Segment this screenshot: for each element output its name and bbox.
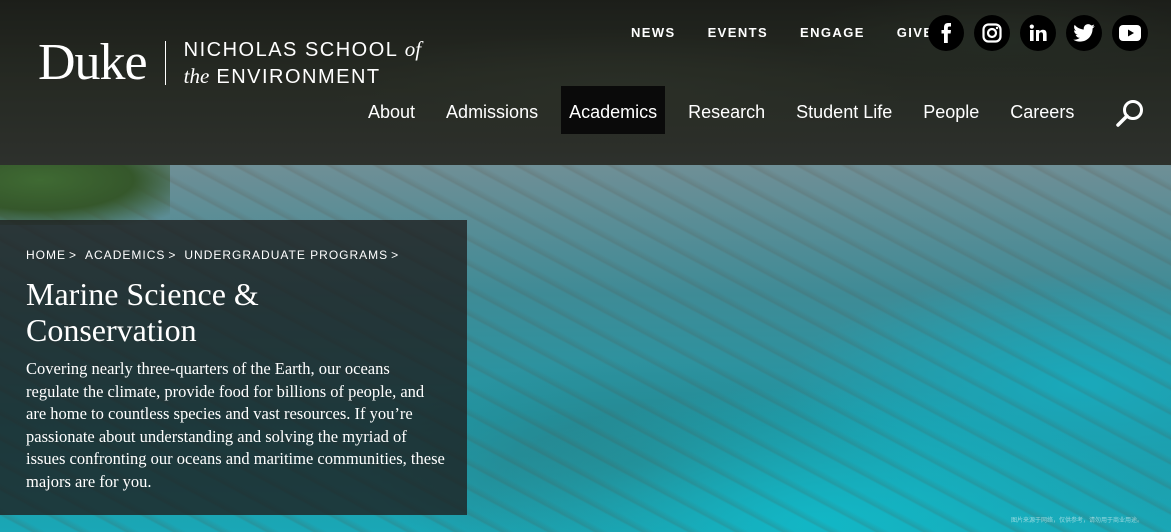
main-nav: About Admissions Academics Research Stud…: [360, 86, 1097, 134]
main-nav-about[interactable]: About: [360, 86, 423, 134]
facebook-icon: [941, 23, 951, 43]
search-button[interactable]: [1114, 98, 1146, 130]
hero-panel: HOME > ACADEMICS > UNDERGRADUATE PROGRAMS >…: [0, 220, 467, 515]
facebook-link[interactable]: [928, 15, 964, 51]
breadcrumb-separator: >: [69, 248, 78, 262]
breadcrumb-academics[interactable]: ACADEMICS: [85, 248, 165, 262]
util-nav-news[interactable]: NEWS: [631, 24, 676, 42]
breadcrumb-separator: >: [168, 248, 177, 262]
linkedin-link[interactable]: [1020, 15, 1056, 51]
breadcrumb-separator: >: [391, 248, 400, 262]
youtube-link[interactable]: [1112, 15, 1148, 51]
logo-duke-wordmark: Duke: [38, 34, 148, 91]
instagram-icon: [982, 23, 1002, 43]
main-nav-people[interactable]: People: [915, 86, 987, 134]
site-logo[interactable]: Duke NICHOLAS SCHOOL of the ENVIRONMENT: [38, 36, 421, 90]
instagram-link[interactable]: [974, 15, 1010, 51]
main-nav-student-life[interactable]: Student Life: [788, 86, 900, 134]
search-icon: [1116, 100, 1143, 127]
logo-line-1-italic: of: [404, 37, 422, 61]
linkedin-icon: [1029, 24, 1047, 41]
hero-description: Covering nearly three-quarters of the Ea…: [26, 359, 445, 491]
youtube-icon: [1119, 25, 1141, 41]
logo-divider: [164, 41, 166, 85]
main-nav-careers[interactable]: Careers: [1002, 86, 1082, 134]
shoreline-trees: [0, 165, 170, 225]
social-links: [928, 15, 1148, 51]
breadcrumb-home[interactable]: HOME: [26, 248, 66, 262]
logo-line-1-text: NICHOLAS SCHOOL: [183, 39, 398, 61]
util-nav-events[interactable]: EVENTS: [708, 24, 768, 42]
image-watermark: 图片来源于网络，仅供参考，请勿用于商业用途。: [1010, 518, 1143, 524]
logo-line-2-italic: the: [183, 64, 210, 88]
logo-line-2: the ENVIRONMENT: [183, 64, 381, 88]
logo-line-1: NICHOLAS SCHOOL of: [183, 37, 422, 61]
breadcrumb: HOME > ACADEMICS > UNDERGRADUATE PROGRAMS >: [26, 248, 407, 262]
main-nav-academics[interactable]: Academics: [561, 86, 666, 134]
logo-school-name: NICHOLAS SCHOOL of the ENVIRONMENT: [184, 36, 421, 90]
twitter-icon: [1073, 24, 1095, 42]
utility-nav: NEWS EVENTS ENGAGE GIVE: [631, 24, 965, 42]
twitter-link[interactable]: [1066, 15, 1102, 51]
page-title: Marine Science & Conservation: [26, 276, 259, 348]
main-nav-research[interactable]: Research: [680, 86, 773, 134]
main-nav-admissions[interactable]: Admissions: [438, 86, 546, 134]
breadcrumb-undergraduate-programs[interactable]: UNDERGRADUATE PROGRAMS: [184, 248, 388, 262]
site-header: Duke NICHOLAS SCHOOL of the ENVIRONMENT …: [0, 0, 1171, 165]
logo-line-2-text: ENVIRONMENT: [216, 66, 381, 88]
util-nav-engage[interactable]: ENGAGE: [800, 24, 865, 42]
